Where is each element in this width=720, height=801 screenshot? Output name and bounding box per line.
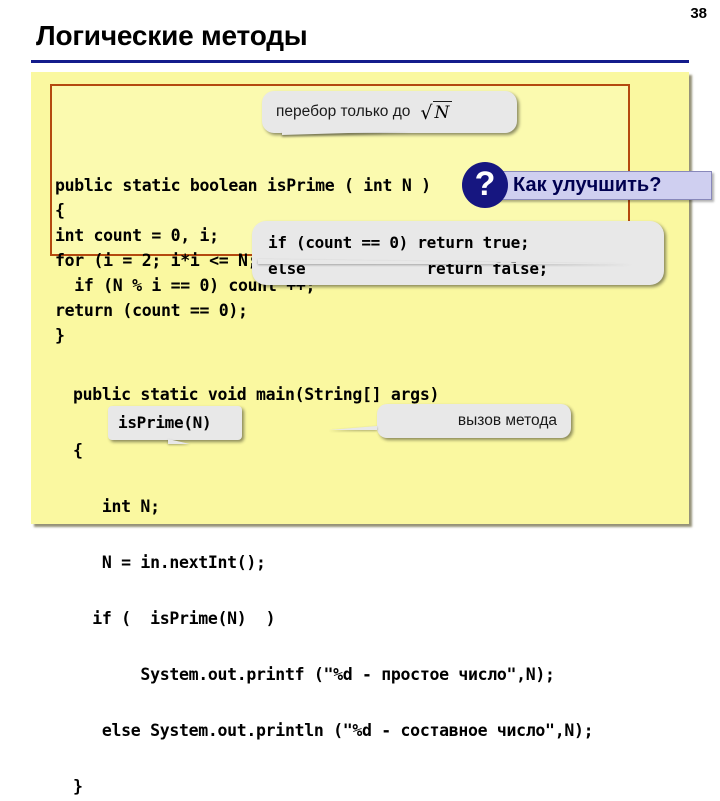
callout-if-count: if (count == 0) return true; else return… [252, 221, 664, 285]
callout-tail [168, 439, 190, 444]
sqrt-formula: √ N [420, 100, 453, 124]
main-source-code: public static void main(String[] args) {… [73, 384, 594, 796]
callout-tail [258, 259, 633, 264]
improve-question-label: Как улучшить? [513, 174, 662, 196]
callout-sqrt-note: перебор только до √ N [262, 91, 517, 135]
callout-isprime-highlight: isPrime(N) [108, 406, 242, 444]
page-title: Логические методы [36, 20, 308, 51]
callout-sqrt-text: перебор только до [276, 103, 411, 120]
callout-tail [282, 131, 412, 135]
callout-tail [329, 426, 377, 430]
radical-sign-icon: √ [420, 101, 433, 124]
callout-method-call: вызов метода [329, 404, 571, 438]
question-mark-icon: ? [462, 162, 508, 208]
callout-isprime-text: isPrime(N) [118, 413, 212, 432]
code-panel: public static boolean isPrime ( int N ) … [31, 72, 689, 796]
radicand-value: N [432, 100, 453, 123]
callout-method-call-text: вызов метода [457, 412, 557, 429]
slide-number: 38 [690, 5, 707, 22]
callout-if-line1: if (count == 0) return true; [268, 233, 530, 252]
title-divider [31, 60, 689, 63]
